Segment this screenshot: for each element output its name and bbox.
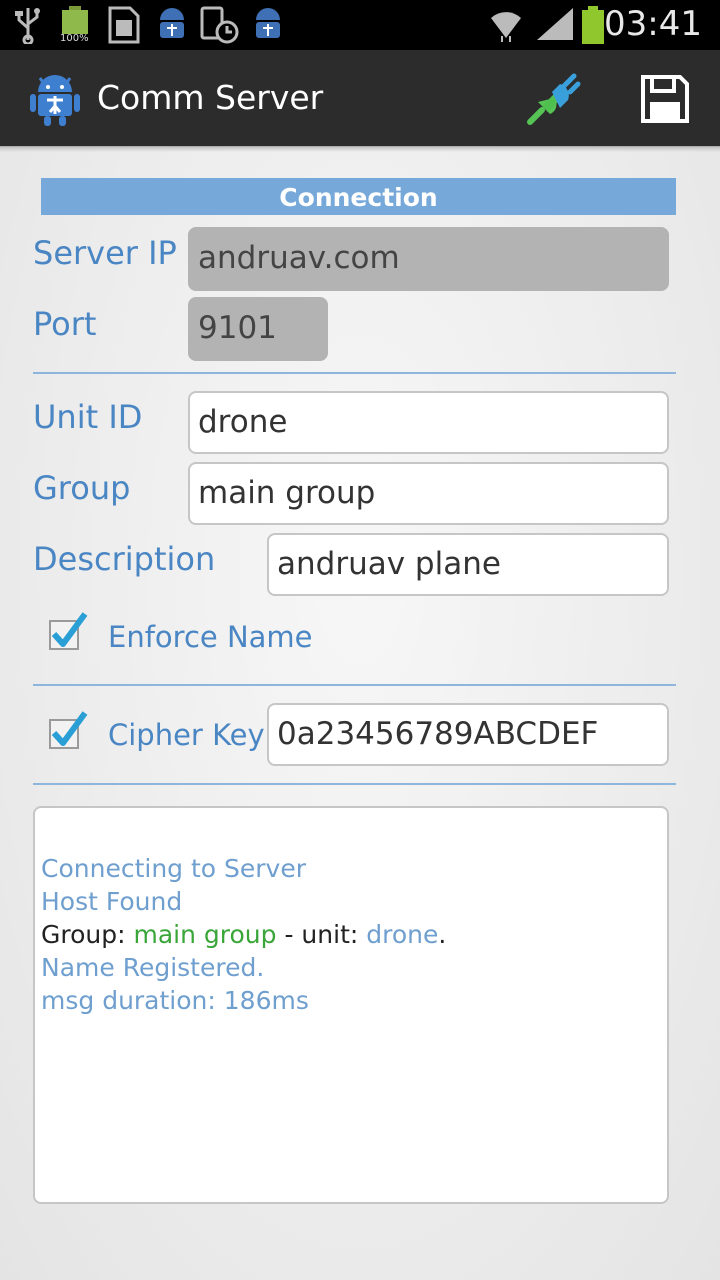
cipher-key-label[interactable]: Cipher Key xyxy=(108,718,265,752)
port-label: Port xyxy=(33,305,97,343)
cipher-key-checkbox[interactable] xyxy=(49,711,88,749)
log-text: Group: xyxy=(41,920,134,949)
app-logo-icon xyxy=(30,75,80,126)
page-title: Comm Server xyxy=(97,78,324,117)
connect-plug-icon[interactable] xyxy=(520,68,584,132)
divider xyxy=(33,372,676,374)
server-ip-label: Server IP xyxy=(33,234,177,272)
log-text: . xyxy=(438,920,447,949)
battery-percent-label: 100% xyxy=(60,33,89,44)
wifi-icon xyxy=(491,12,521,42)
battery-full-icon: 100% xyxy=(60,6,92,44)
battery-icon xyxy=(582,6,604,44)
divider xyxy=(33,783,676,785)
description-input[interactable]: andruav plane xyxy=(267,533,669,596)
group-input[interactable]: main group xyxy=(188,462,669,525)
usb-icon xyxy=(15,8,40,44)
log-line: Name Registered. xyxy=(41,953,265,982)
screenshot-icon xyxy=(200,6,239,44)
unit-id-input[interactable]: drone xyxy=(188,391,669,454)
android-app-icon xyxy=(256,8,280,38)
log-group-value: main group xyxy=(133,920,277,949)
checkmark-icon xyxy=(51,711,88,746)
status-bar: 100% 03:41 xyxy=(0,0,720,50)
log-line: Connecting to Server xyxy=(41,854,307,883)
divider xyxy=(33,684,676,686)
cipher-key-input[interactable]: 0a23456789ABCDEF xyxy=(267,703,669,766)
server-ip-field: andruav.com xyxy=(188,227,669,291)
unit-id-label: Unit ID xyxy=(33,398,143,436)
action-bar-shadow xyxy=(0,146,720,152)
enforce-name-label[interactable]: Enforce Name xyxy=(108,620,313,654)
save-floppy-icon[interactable] xyxy=(640,74,690,124)
description-label: Description xyxy=(33,540,216,578)
log-line: msg duration: 186ms xyxy=(41,986,309,1015)
group-label: Group xyxy=(33,469,131,507)
sd-card-icon xyxy=(108,6,140,44)
log-line: Host Found xyxy=(41,887,183,916)
section-header-connection: Connection xyxy=(41,178,676,215)
signal-icon xyxy=(537,8,573,40)
action-bar: Comm Server xyxy=(0,50,720,147)
enforce-name-checkbox[interactable] xyxy=(49,612,88,650)
checkmark-icon xyxy=(51,612,88,647)
status-time: 03:41 xyxy=(604,4,702,44)
log-unit-value: drone xyxy=(366,920,439,949)
port-field: 9101 xyxy=(188,297,328,361)
log-line-group: Group: main group - unit: drone. xyxy=(41,918,667,951)
log-text: - unit: xyxy=(276,920,367,949)
android-app-icon xyxy=(160,8,184,38)
log-output: Connecting to Server Host Found Group: m… xyxy=(33,806,669,1204)
